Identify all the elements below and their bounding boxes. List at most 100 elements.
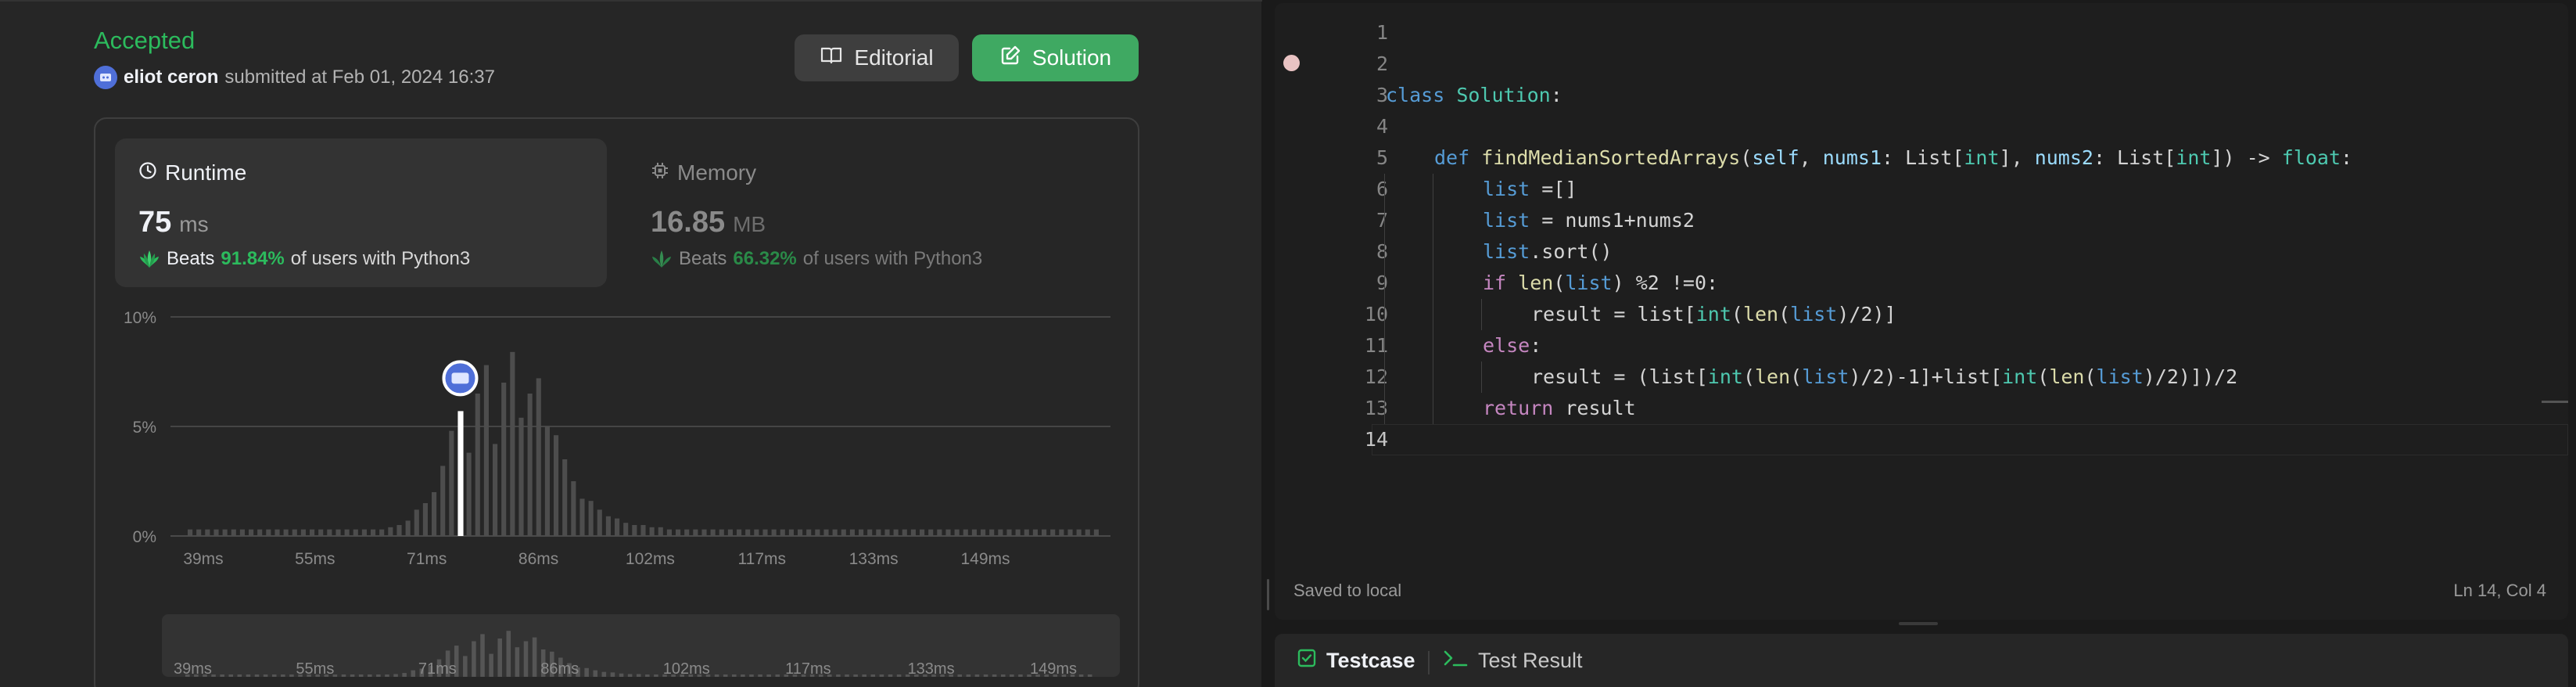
distribution-bar[interactable] bbox=[893, 529, 899, 536]
runtime-distribution-chart[interactable]: 10% 5% 0% 39ms 55ms 71ms 86ms 102ms 117ms 133ms 1… bbox=[117, 301, 1118, 591]
distribution-bar[interactable] bbox=[1032, 529, 1038, 536]
distribution-bar[interactable] bbox=[632, 525, 637, 536]
distribution-bar[interactable] bbox=[859, 529, 864, 536]
distribution-bar[interactable] bbox=[432, 492, 437, 536]
distribution-bar[interactable] bbox=[693, 529, 698, 536]
distribution-bar[interactable] bbox=[396, 525, 402, 536]
distribution-bar[interactable] bbox=[361, 529, 367, 536]
user-name[interactable]: eliot ceron bbox=[124, 67, 218, 88]
distribution-bar[interactable] bbox=[188, 529, 193, 536]
distribution-bar[interactable] bbox=[884, 529, 890, 536]
code-text[interactable]: list =[] bbox=[1483, 174, 1577, 205]
distribution-bar[interactable] bbox=[806, 529, 812, 536]
distribution-bar[interactable] bbox=[205, 529, 210, 536]
distribution-bar[interactable] bbox=[588, 501, 594, 536]
distribution-bar[interactable] bbox=[920, 529, 925, 536]
distribution-bar[interactable] bbox=[266, 529, 271, 536]
distribution-bar[interactable] bbox=[1093, 529, 1099, 536]
vertical-splitter[interactable] bbox=[1262, 0, 1273, 687]
code-line[interactable]: 3 class Solution: bbox=[1275, 80, 2568, 111]
distribution-bar[interactable] bbox=[353, 529, 358, 536]
distribution-bar[interactable] bbox=[605, 516, 611, 536]
distribution-bar[interactable] bbox=[310, 529, 315, 536]
distribution-bar[interactable] bbox=[876, 529, 881, 536]
distribution-bar[interactable] bbox=[676, 529, 681, 536]
distribution-bar[interactable] bbox=[841, 529, 846, 536]
distribution-bar[interactable] bbox=[379, 529, 385, 536]
code-line[interactable]: 13 return result bbox=[1275, 393, 2568, 424]
distribution-bar[interactable] bbox=[998, 529, 1003, 536]
distribution-bar[interactable] bbox=[1059, 529, 1064, 536]
distribution-bar[interactable] bbox=[249, 529, 254, 536]
distribution-bar[interactable] bbox=[571, 481, 576, 536]
distribution-bar[interactable] bbox=[623, 523, 629, 536]
distribution-bar[interactable] bbox=[388, 527, 393, 536]
distribution-bar[interactable] bbox=[318, 529, 324, 536]
distribution-bar[interactable] bbox=[710, 529, 716, 536]
code-text[interactable]: result = (list[int(len(list)/2)-1]+list[… bbox=[1531, 361, 2237, 393]
distribution-bar[interactable] bbox=[597, 509, 602, 536]
distribution-bar[interactable] bbox=[493, 444, 498, 536]
distribution-bar[interactable] bbox=[283, 529, 289, 536]
distribution-bar[interactable] bbox=[440, 466, 446, 536]
code-line[interactable]: 4 bbox=[1275, 111, 2568, 142]
distribution-bar[interactable] bbox=[274, 529, 280, 536]
distribution-bar[interactable] bbox=[335, 529, 341, 536]
distribution-bar[interactable] bbox=[823, 529, 829, 536]
code-line[interactable]: 9 if len(list) %2 !=0: bbox=[1275, 268, 2568, 299]
code-editor[interactable]: 1 2 3 class Solution: 4 5 def findMedianSorted… bbox=[1275, 3, 2568, 620]
code-line[interactable]: 1 bbox=[1275, 17, 2568, 49]
distribution-bar[interactable] bbox=[780, 529, 785, 536]
distribution-bar[interactable] bbox=[1015, 529, 1021, 536]
distribution-bar[interactable] bbox=[300, 529, 306, 536]
distribution-bar[interactable] bbox=[745, 529, 751, 536]
code-line[interactable]: 7 list = nums1+nums2 bbox=[1275, 205, 2568, 236]
distribution-bar[interactable] bbox=[981, 529, 986, 536]
distribution-bar[interactable] bbox=[867, 529, 873, 536]
distribution-bar[interactable] bbox=[466, 452, 472, 536]
distribution-bar[interactable] bbox=[849, 529, 855, 536]
distribution-bar[interactable] bbox=[649, 527, 655, 536]
horizontal-splitter[interactable] bbox=[1899, 622, 1938, 625]
distribution-bar[interactable] bbox=[579, 498, 585, 536]
distribution-bar[interactable] bbox=[928, 529, 934, 536]
splitter-grip[interactable] bbox=[1267, 579, 1269, 610]
distribution-bar[interactable] bbox=[501, 383, 507, 536]
memory-card[interactable]: Memory 16.85 MB Beats 66.32% of users wi… bbox=[626, 138, 1079, 287]
distribution-bar[interactable] bbox=[1050, 529, 1056, 536]
distribution-bar[interactable] bbox=[727, 529, 733, 536]
distribution-bar[interactable] bbox=[196, 529, 202, 536]
distribution-bar[interactable] bbox=[371, 529, 376, 536]
distribution-bar[interactable] bbox=[815, 529, 820, 536]
chart-range-navigator[interactable]: 39ms 55ms 71ms 86ms 102ms 117ms 133ms 149ms bbox=[162, 614, 1120, 678]
distribution-bar[interactable] bbox=[954, 529, 960, 536]
distribution-bar[interactable] bbox=[239, 529, 245, 536]
distribution-bar[interactable] bbox=[257, 529, 263, 536]
distribution-bar[interactable] bbox=[832, 529, 838, 536]
distribution-bar[interactable] bbox=[1006, 529, 1012, 536]
distribution-bar[interactable] bbox=[222, 529, 228, 536]
user-avatar-icon[interactable] bbox=[94, 66, 117, 89]
distribution-bar[interactable] bbox=[213, 529, 219, 536]
distribution-bar[interactable] bbox=[1024, 529, 1029, 536]
code-text[interactable]: class Solution: bbox=[1386, 80, 1562, 111]
distribution-bar[interactable] bbox=[910, 529, 916, 536]
runtime-card[interactable]: Runtime 75 ms Beats 91.84% of users with… bbox=[115, 138, 607, 287]
distribution-bar[interactable] bbox=[344, 529, 350, 536]
editorial-button[interactable]: Editorial bbox=[795, 34, 959, 81]
distribution-bar[interactable] bbox=[615, 518, 620, 536]
code-line[interactable]: 10 result = list[int(len(list)/2)] bbox=[1275, 299, 2568, 330]
distribution-bar[interactable] bbox=[788, 529, 794, 536]
distribution-bar[interactable] bbox=[231, 529, 236, 536]
distribution-bar[interactable] bbox=[562, 459, 568, 536]
distribution-bar[interactable] bbox=[754, 529, 759, 536]
distribution-bar[interactable] bbox=[292, 529, 297, 536]
code-text[interactable]: list.sort() bbox=[1483, 236, 1613, 268]
distribution-bar[interactable] bbox=[449, 430, 454, 536]
code-line[interactable]: 14 bbox=[1275, 424, 2568, 455]
your-submission-bar[interactable] bbox=[457, 411, 464, 536]
distribution-bar[interactable] bbox=[414, 509, 419, 536]
distribution-bar[interactable] bbox=[1067, 529, 1073, 536]
distribution-bar[interactable] bbox=[422, 503, 428, 536]
distribution-bar[interactable] bbox=[963, 529, 968, 536]
